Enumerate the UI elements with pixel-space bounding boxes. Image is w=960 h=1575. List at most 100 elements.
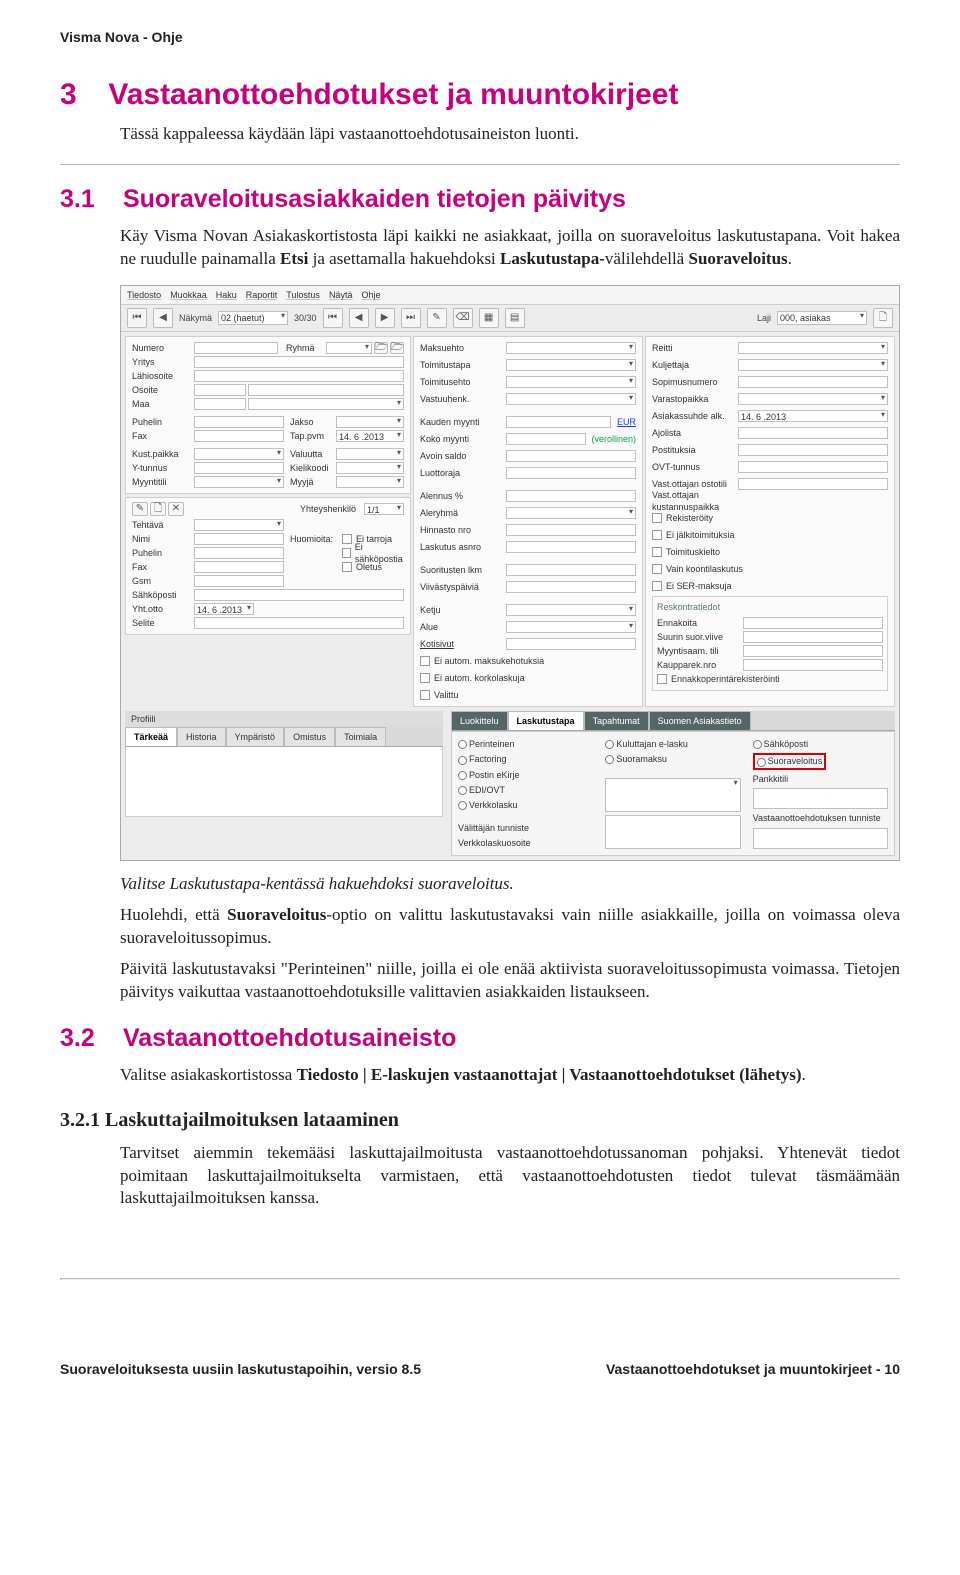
chk-eijalkitoim[interactable]: [652, 530, 662, 540]
kaupparek-input[interactable]: [743, 659, 883, 671]
ajolista-input[interactable]: [738, 427, 888, 439]
valittajan-select[interactable]: [605, 778, 740, 812]
tab-historia[interactable]: Historia: [177, 727, 226, 746]
chk-sermaksut[interactable]: [652, 581, 662, 591]
chk-eitarroja[interactable]: [342, 534, 352, 544]
tool-icon[interactable]: ⌫: [453, 308, 473, 328]
yritys-input[interactable]: [194, 356, 404, 368]
ovttunnus-input[interactable]: [738, 461, 888, 473]
kielikoodi-select[interactable]: [336, 462, 404, 474]
nav-first2-icon[interactable]: ⏮: [323, 308, 343, 328]
tab-luokittelu[interactable]: Luokittelu: [451, 711, 508, 730]
kuljettaja-select[interactable]: [738, 359, 888, 371]
radio-factoring[interactable]: [458, 756, 467, 765]
delete-icon[interactable]: ✕: [168, 502, 184, 516]
sopimusnro-input[interactable]: [738, 376, 888, 388]
new-icon[interactable]: 🗋: [873, 308, 893, 328]
chk-eimaksukehot[interactable]: [420, 656, 430, 666]
tab-laskutustapa[interactable]: Laskutustapa: [508, 711, 584, 730]
reitti-select[interactable]: [738, 342, 888, 354]
menu-nayta[interactable]: Näytä: [329, 289, 353, 301]
kokomyynti-input[interactable]: [506, 433, 585, 445]
radio-suoraveloitus[interactable]: [757, 758, 766, 767]
ennakoita-input[interactable]: [743, 617, 883, 629]
maa1-input[interactable]: [194, 398, 246, 410]
vostostotili-input[interactable]: [738, 478, 888, 490]
kotisivut-input[interactable]: [506, 638, 636, 650]
eur-link[interactable]: EUR: [617, 416, 636, 428]
chk-eikorkolask[interactable]: [420, 673, 430, 683]
nav-prev2-icon[interactable]: ◀: [349, 308, 369, 328]
tappvm-input[interactable]: 14. 6 .2013: [336, 430, 404, 442]
nav-prev-icon[interactable]: ◀: [153, 308, 173, 328]
edit-icon[interactable]: ✎: [132, 502, 148, 516]
pankkitili-input[interactable]: [753, 788, 888, 810]
menubar[interactable]: Tiedosto Muokkaa Haku Raportit Tulostus …: [121, 286, 899, 305]
suoritlkm-input[interactable]: [506, 564, 636, 576]
selite-input[interactable]: [194, 617, 404, 629]
alennus-input[interactable]: [506, 490, 636, 502]
osoite1-input[interactable]: [194, 384, 246, 396]
suurinsuor-input[interactable]: [743, 631, 883, 643]
chk-toimituskielto[interactable]: [652, 547, 662, 557]
tab-tapahtumat[interactable]: Tapahtumat: [584, 711, 649, 730]
radio-verkkolasku[interactable]: [458, 801, 467, 810]
radio-ediovt[interactable]: [458, 786, 467, 795]
jakso-select[interactable]: [336, 416, 404, 428]
yhteyshenkilo-select[interactable]: 1/1: [364, 503, 404, 515]
radio-postinekirje[interactable]: [458, 771, 467, 780]
tab-toimiala[interactable]: Toimiala: [335, 727, 386, 746]
viivastyspv-input[interactable]: [506, 581, 636, 593]
tool-icon[interactable]: ✎: [427, 308, 447, 328]
radio-suoramaksu[interactable]: [605, 755, 614, 764]
chk-koontilaskutus[interactable]: [652, 564, 662, 574]
myyntitili-select[interactable]: [194, 476, 284, 488]
avoinsaldo-input[interactable]: [506, 450, 636, 462]
alue-select[interactable]: [506, 621, 636, 633]
puhelin2-input[interactable]: [194, 547, 284, 559]
lookup-icon[interactable]: 🗁: [390, 342, 404, 354]
gsm-input[interactable]: [194, 575, 284, 587]
radio-sahkoposti[interactable]: [753, 740, 762, 749]
menu-tiedosto[interactable]: Tiedosto: [127, 289, 161, 301]
chk-oletus[interactable]: [342, 562, 352, 572]
osoite2-input[interactable]: [248, 384, 404, 396]
menu-raportit[interactable]: Raportit: [246, 289, 278, 301]
nav-first-icon[interactable]: ⏮: [127, 308, 147, 328]
nav-last-icon[interactable]: ⏭: [401, 308, 421, 328]
menu-muokkaa[interactable]: Muokkaa: [170, 289, 207, 301]
verkkolaskuosoite-input[interactable]: [605, 815, 740, 849]
chk-eisahkoposti[interactable]: [342, 548, 351, 558]
lookup-icon[interactable]: 🗁: [374, 342, 388, 354]
sahkoposti-input[interactable]: [194, 589, 404, 601]
valuutta-select[interactable]: [336, 448, 404, 460]
myyja-select[interactable]: [336, 476, 404, 488]
menu-haku[interactable]: Haku: [216, 289, 237, 301]
vastaanottotunniste-input[interactable]: [753, 828, 888, 850]
myyntisaam-input[interactable]: [743, 645, 883, 657]
grid2-icon[interactable]: ▤: [505, 308, 525, 328]
numero-input[interactable]: [194, 342, 278, 354]
chk-ennakkoperinta[interactable]: [657, 674, 667, 684]
maksuehto-select[interactable]: [506, 342, 636, 354]
fax2-input[interactable]: [194, 561, 284, 573]
nakyma-select[interactable]: 02 (haetut): [218, 311, 288, 325]
tab-omistus[interactable]: Omistus: [284, 727, 335, 746]
varastopaikka-select[interactable]: [738, 393, 888, 405]
yhtotto-input[interactable]: 14. 6 .2013: [194, 603, 254, 615]
tab-asiakastieto[interactable]: Suomen Asiakastieto: [649, 711, 751, 730]
new-icon[interactable]: 🗋: [150, 502, 166, 516]
menu-ohje[interactable]: Ohje: [361, 289, 380, 301]
tab-ymparisto[interactable]: Ympäristö: [226, 727, 285, 746]
fax-input[interactable]: [194, 430, 284, 442]
aleryhma-select[interactable]: [506, 507, 636, 519]
toimitusehto-select[interactable]: [506, 376, 636, 388]
puhelin-input[interactable]: [194, 416, 284, 428]
kaudenmyynti-input[interactable]: [506, 416, 611, 428]
maa2-select[interactable]: [248, 398, 404, 410]
tehtava-select[interactable]: [194, 519, 284, 531]
grid-icon[interactable]: ▦: [479, 308, 499, 328]
label-kotisivut[interactable]: Kotisivut: [420, 638, 504, 650]
tab-tarkeaa[interactable]: Tärkeää: [125, 727, 177, 746]
ytunnus-input[interactable]: [194, 462, 284, 474]
